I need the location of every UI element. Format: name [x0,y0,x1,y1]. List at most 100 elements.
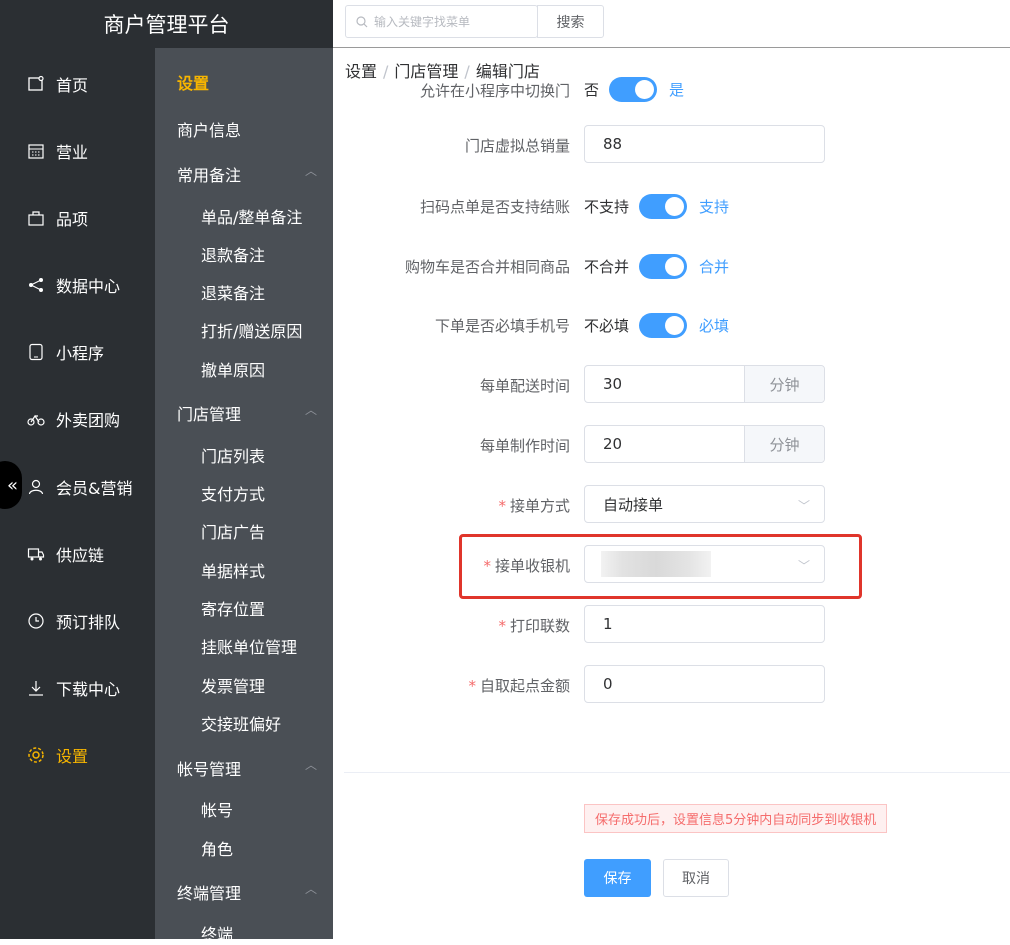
search-icon [356,15,368,27]
sidebar-item-label: 数据中心 [56,277,121,296]
chevron-up-icon: ︿ [304,758,317,772]
collapse-sidebar-button[interactable]: « [0,461,22,509]
form-row-prepare-time: 每单制作时间 20 分钟 [333,425,1010,465]
sidebar-item-label: 会员&营销 [56,479,133,498]
unit-suffix: 分钟 [744,426,824,462]
unit-suffix: 分钟 [744,366,824,402]
sidebar-item-label: 预订排队 [56,613,121,632]
sidebar-item-products[interactable]: 品项 [26,206,88,230]
subnav-item-merchant-info[interactable]: 商户信息 [177,117,317,141]
subnav-item[interactable]: 支付方式 [201,481,265,505]
subnav-item[interactable]: 门店列表 [201,443,265,467]
sidebar-item-miniapp[interactable]: 小程序 [26,340,104,364]
subnav-group-remarks[interactable]: 常用备注 ︿ [177,162,317,186]
field-label: * 打印联数 [498,617,570,635]
print-copies-input[interactable]: 1 [584,605,825,643]
search-button[interactable]: 搜索 [537,5,604,38]
save-button[interactable]: 保存 [584,859,651,897]
sidebar-item-home[interactable]: 首页 [26,72,88,96]
field-label: 购物车是否合并相同商品 [404,258,570,276]
subnav-item[interactable]: 门店广告 [201,519,265,543]
share-icon [26,275,46,295]
delivery-time-input[interactable]: 30 分钟 [584,365,825,403]
bike-icon [26,409,46,429]
collapse-icon: « [6,474,18,496]
sidebar: 首页 营业 品项 数据中心 小程序 外卖团购 会员&营销 供应链 预订排队 下载… [0,0,155,939]
search-input[interactable]: 输入关键字找菜单 [345,5,538,38]
subnav-item[interactable]: 角色 [201,836,233,860]
prepare-time-input[interactable]: 20 分钟 [584,425,825,463]
subnav-item[interactable]: 退菜备注 [201,280,265,304]
pickup-min-input[interactable]: 0 [584,665,825,703]
subnav-item[interactable]: 打折/赠送原因 [201,318,302,342]
switch-group: 不支持 支持 [584,194,729,219]
sidebar-item-label: 营业 [56,143,89,162]
breadcrumb-item[interactable]: 门店管理 [394,62,458,81]
accept-mode-select[interactable]: 自动接单 ﹀ [584,485,825,523]
sync-notice: 保存成功后，设置信息5分钟内自动同步到收银机 [584,804,888,833]
cancel-button[interactable]: 取消 [663,859,729,897]
field-label: 扫码点单是否支持结账 [419,198,570,216]
gear-icon [26,745,46,765]
switch-group: 不合并 合并 [584,254,729,279]
sidebar-item-settings[interactable]: 设置 [26,743,88,767]
user-icon [26,477,46,497]
subnav-group-terminals[interactable]: 终端管理 ︿ [177,880,317,904]
app-title: 商户管理平台 [0,0,333,48]
virtual-sales-input[interactable]: 88 [584,125,825,163]
sidebar-item-reservation[interactable]: 预订排队 [26,609,120,633]
settings-subnav: 设置 商户信息 常用备注 ︿ 单品/整单备注 退款备注 退菜备注 打折/赠送原因 … [155,0,333,944]
form-row-pickup-min: * 自取起点金额 0 [333,665,1010,705]
download-icon [26,678,46,698]
subnav-item[interactable]: 发票管理 [201,673,265,697]
form-row-merge-cart: 购物车是否合并相同商品 不合并 合并 [333,246,1010,286]
form-row-accept-mode: * 接单方式 自动接单 ﹀ [333,485,1010,525]
form-row-scan-checkout: 扫码点单是否支持结账 不支持 支持 [333,186,1010,226]
subnav-title: 设置 [177,74,210,93]
subnav-item[interactable]: 单品/整单备注 [201,204,302,228]
topbar: 输入关键字找菜单 搜索 [333,0,1010,48]
sidebar-item-label: 品项 [56,210,89,229]
subnav-item[interactable]: 交接班偏好 [201,711,281,735]
field-label: 门店虚拟总销量 [464,137,570,155]
subnav-item[interactable]: 终端 [201,921,233,945]
field-label: 下单是否必填手机号 [434,317,570,335]
scan-checkout-toggle[interactable] [639,194,688,219]
merge-cart-toggle[interactable] [639,254,688,279]
sidebar-item-delivery[interactable]: 外卖团购 [26,407,120,431]
subnav-item[interactable]: 退款备注 [201,242,265,266]
switch-group: 否 是 [584,77,684,102]
field-label: * 自取起点金额 [468,677,570,695]
field-label: 每单配送时间 [479,377,570,395]
chevron-down-icon: ﹀ [797,499,810,513]
divider [344,772,1010,773]
switch-group: 不必填 必填 [584,313,729,338]
subnav-item[interactable]: 撤单原因 [201,357,265,381]
sidebar-item-download[interactable]: 下载中心 [26,676,120,700]
sidebar-item-members[interactable]: 会员&营销 [26,475,132,499]
truck-icon [26,544,46,564]
field-label: 允许在小程序中切换门 [419,82,570,100]
field-label: 每单制作时间 [479,437,570,455]
subnav-item[interactable]: 帐号 [201,797,233,821]
sidebar-item-label: 小程序 [56,344,105,363]
toggle-switch[interactable] [609,77,658,102]
subnav-item[interactable]: 挂账单位管理 [201,634,297,658]
bag-icon [26,208,46,228]
subnav-group-accounts[interactable]: 帐号管理 ︿ [177,756,317,780]
sidebar-item-data-center[interactable]: 数据中心 [26,273,120,297]
clock-icon [26,611,46,631]
subnav-item[interactable]: 单据样式 [201,558,265,582]
form-row-require-phone: 下单是否必填手机号 不必填 必填 [333,305,1010,345]
subnav-group-store[interactable]: 门店管理 ︿ [177,401,317,425]
home-icon [26,74,46,94]
sidebar-item-supply-chain[interactable]: 供应链 [26,542,104,566]
sidebar-item-label: 外卖团购 [56,411,121,430]
highlight-annotation [459,534,862,599]
subnav-item[interactable]: 寄存位置 [201,596,265,620]
sidebar-item-business[interactable]: 营业 [26,139,88,163]
breadcrumb-item[interactable]: 设置 [345,62,377,81]
breadcrumb: 设置 / 门店管理 / 编辑门店 [345,58,546,82]
require-phone-toggle[interactable] [639,313,688,338]
chevron-up-icon: ︿ [304,164,317,178]
